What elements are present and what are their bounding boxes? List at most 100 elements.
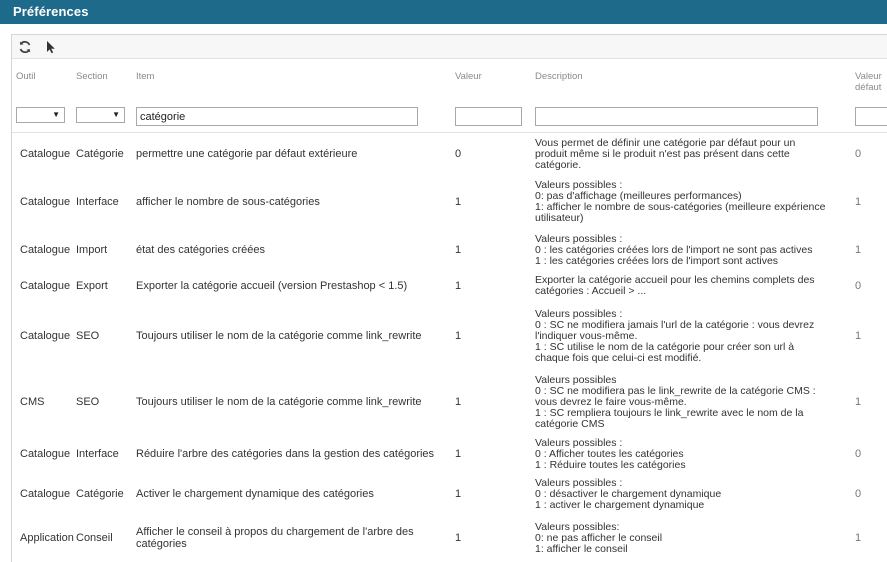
cell-description[interactable]: Valeurs possibles :0 : SC ne modifiera j… (535, 302, 835, 370)
cell-valeur-defaut[interactable]: 0 (855, 134, 885, 174)
valeur-filter-input[interactable] (455, 107, 522, 126)
cell-valeur[interactable]: 1 (455, 434, 515, 474)
description-line: Vous permet de définir une catégorie par… (535, 136, 796, 149)
cell-outil[interactable]: Catalogue (20, 434, 76, 474)
description-filter-input[interactable] (535, 107, 818, 126)
table-row[interactable]: Application Conseil Afficher le conseil à … (12, 514, 887, 562)
table-row[interactable]: Catalogue Catégorie permettre une catégori… (12, 134, 887, 174)
cell-description[interactable]: Valeurs possibles 0 : SC ne modifiera pas… (535, 370, 835, 434)
cell-section[interactable]: Export (76, 270, 134, 302)
cell-description[interactable]: Vous permet de définir une catégorie par… (535, 134, 835, 174)
description-line: Valeurs possibles: (535, 520, 620, 533)
preferences-rows: Catalogue Catégorie permettre une catégori… (12, 134, 887, 562)
select-mode-button[interactable] (42, 38, 60, 56)
cell-section[interactable]: Interface (76, 174, 134, 230)
description-text: Valeurs possibles :0: pas d'affichage (m… (535, 180, 825, 224)
description-line: chaque fois que celui-ci est modifié. (535, 351, 702, 364)
table-row[interactable]: Catalogue Catégorie Activer le chargement … (12, 474, 887, 514)
table-row[interactable]: Catalogue Interface Réduire l'arbre des ca… (12, 434, 887, 474)
cell-item[interactable]: état des catégories créées (136, 230, 448, 270)
cell-section[interactable]: Conseil (76, 514, 134, 562)
cell-valeur[interactable]: 1 (455, 474, 515, 514)
item-filter-input[interactable] (136, 107, 418, 126)
cell-valeur-defaut[interactable]: 1 (855, 302, 885, 370)
cell-section[interactable]: SEO (76, 302, 134, 370)
description-line: 1 : Réduire toutes les catégories (535, 458, 686, 471)
cell-valeur-defaut[interactable]: 0 (855, 434, 885, 474)
column-header-valeur-defaut[interactable]: Valeur défaut (855, 71, 882, 93)
description-line: 0 : les catégories créées lors de l'impo… (535, 243, 813, 256)
cell-description[interactable]: Valeurs possibles :0 : désactiver le cha… (535, 474, 835, 514)
cell-valeur[interactable]: 1 (455, 270, 515, 302)
description-line: 0: ne pas afficher le conseil (535, 531, 663, 544)
description-line: Valeurs possibles : (535, 476, 623, 489)
description-text: Valeurs possibles: 0: ne pas afficher le … (535, 520, 663, 555)
cell-description[interactable]: Valeurs possibles :0 : les catégories cr… (535, 230, 835, 270)
cell-description[interactable]: Exporter la catégorie accueil pour les c… (535, 270, 835, 302)
refresh-button[interactable] (16, 38, 34, 56)
section-filter-select[interactable]: ▼ (76, 107, 125, 123)
cell-section[interactable]: Interface (76, 434, 134, 474)
cell-item[interactable]: Toujours utiliser le nom de la catégorie… (136, 370, 448, 434)
cell-valeur[interactable]: 1 (455, 302, 515, 370)
cell-valeur-defaut[interactable]: 1 (855, 174, 885, 230)
description-line: l'indiquer vous-même. (535, 329, 638, 342)
description-line: Valeurs possibles (535, 373, 617, 386)
cell-description[interactable]: Valeurs possibles: 0: ne pas afficher le … (535, 514, 835, 562)
cell-item[interactable]: Réduire l'arbre des catégories dans la g… (136, 434, 448, 474)
cell-item[interactable]: Toujours utiliser le nom de la catégorie… (136, 302, 448, 370)
cell-item[interactable]: afficher le nombre de sous-catégories (136, 174, 448, 230)
cell-valeur[interactable]: 0 (455, 134, 515, 174)
cell-outil[interactable]: Catalogue (20, 270, 76, 302)
table-row[interactable]: Catalogue Export Exporter la catégorie acc… (12, 270, 887, 302)
column-header-section[interactable]: Section (76, 71, 108, 82)
cell-valeur-defaut[interactable]: 1 (855, 514, 885, 562)
column-header-valeur[interactable]: Valeur (455, 71, 482, 82)
cell-section[interactable]: SEO (76, 370, 134, 434)
cell-outil[interactable]: Catalogue (20, 302, 76, 370)
cell-valeur[interactable]: 1 (455, 174, 515, 230)
header-divider (12, 132, 887, 133)
description-text: Valeurs possibles 0 : SC ne modifiera pas… (535, 373, 816, 430)
cell-valeur-defaut[interactable]: 0 (855, 474, 885, 514)
defaut-filter-input[interactable] (855, 107, 887, 126)
column-header-defaut-line2: défaut (855, 82, 882, 93)
cell-section[interactable]: Catégorie (76, 134, 134, 174)
cell-item[interactable]: Afficher le conseil à propos du chargeme… (136, 514, 448, 562)
description-line: Valeurs possibles : (535, 307, 623, 320)
cell-valeur[interactable]: 1 (455, 230, 515, 270)
cell-item[interactable]: Activer le chargement dynamique des caté… (136, 474, 448, 514)
cell-outil[interactable]: Application (20, 514, 76, 562)
cell-valeur-defaut[interactable]: 1 (855, 370, 885, 434)
description-line: 1 : SC rempliera toujours le link_rewrit… (535, 406, 804, 419)
description-text: Valeurs possibles :0 : Afficher toutes l… (535, 437, 686, 471)
table-row[interactable]: CMS SEO Toujours utiliser le nom de la cat… (12, 370, 887, 434)
cell-outil[interactable]: CMS (20, 370, 76, 434)
outil-filter-select[interactable]: ▼ (16, 107, 65, 123)
description-line: 0 : désactiver le chargement dynamique (535, 487, 722, 500)
table-row[interactable]: Catalogue SEO Toujours utiliser le nom de … (12, 302, 887, 370)
cell-valeur[interactable]: 1 (455, 370, 515, 434)
cell-valeur-defaut[interactable]: 0 (855, 270, 885, 302)
description-line: utilisateur) (535, 212, 584, 224)
cell-item[interactable]: Exporter la catégorie accueil (version P… (136, 270, 448, 302)
cell-outil[interactable]: Catalogue (20, 474, 76, 514)
cell-description[interactable]: Valeurs possibles :0: pas d'affichage (m… (535, 174, 835, 230)
cell-section[interactable]: Import (76, 230, 134, 270)
column-header-outil[interactable]: Outil (16, 71, 36, 82)
cell-section[interactable]: Catégorie (76, 474, 134, 514)
description-line: 0 : SC ne modifiera pas le link_rewrite … (535, 384, 816, 397)
cell-outil[interactable]: Catalogue (20, 230, 76, 270)
cell-outil[interactable]: Catalogue (20, 134, 76, 174)
cell-valeur-defaut[interactable]: 1 (855, 230, 885, 270)
column-header-item[interactable]: Item (136, 71, 154, 82)
cell-item[interactable]: permettre une catégorie par défaut extér… (136, 134, 448, 174)
table-row[interactable]: Catalogue Interface afficher le nombre de … (12, 174, 887, 230)
cell-valeur[interactable]: 1 (455, 514, 515, 562)
table-row[interactable]: Catalogue Import état des catégories créée… (12, 230, 887, 270)
cell-description[interactable]: Valeurs possibles :0 : Afficher toutes l… (535, 434, 835, 474)
column-header-description[interactable]: Description (535, 71, 583, 82)
dropdown-arrow-icon: ▼ (112, 110, 120, 119)
cell-outil[interactable]: Catalogue (20, 174, 76, 230)
description-line: catégories : Accueil > ... (535, 285, 647, 297)
